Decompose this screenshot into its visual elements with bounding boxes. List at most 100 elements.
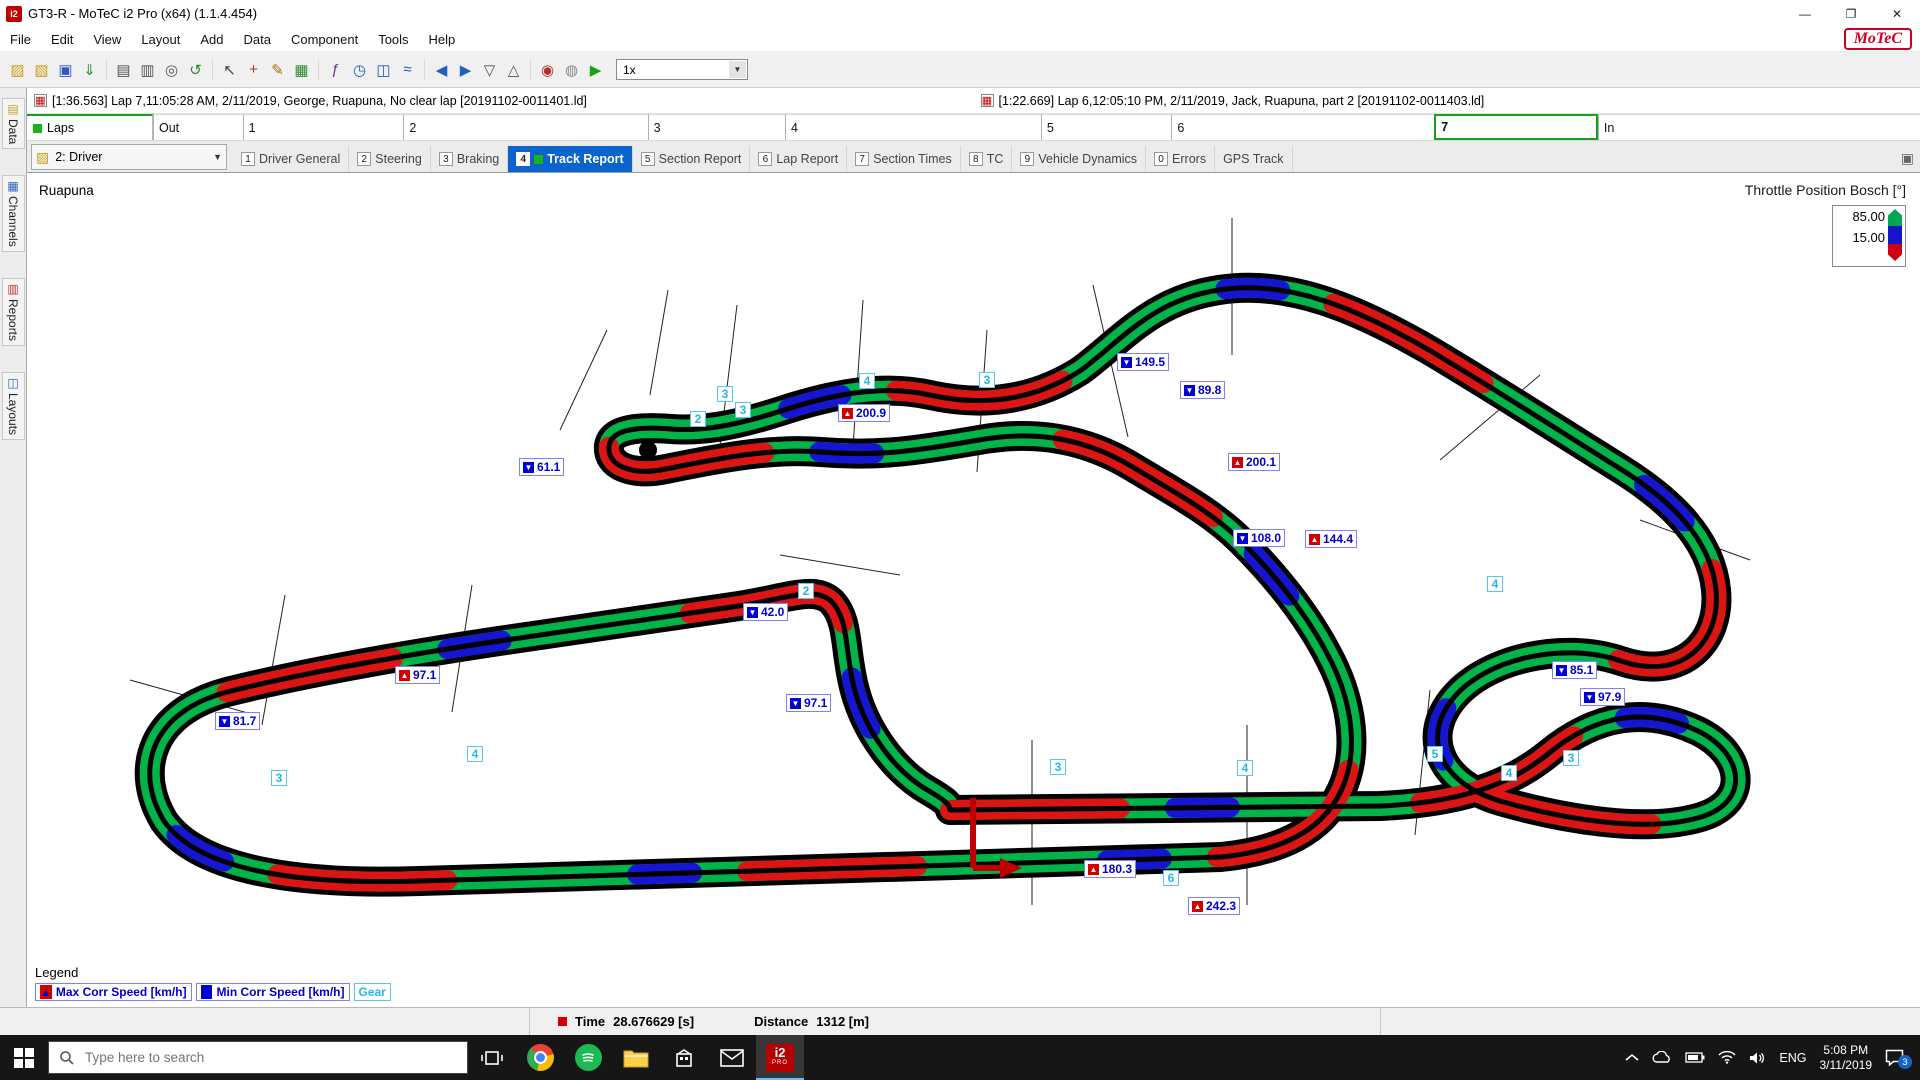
- prev-lap-icon[interactable]: ◀: [430, 58, 453, 81]
- menu-file[interactable]: File: [0, 32, 41, 47]
- menu-layout[interactable]: Layout: [131, 32, 190, 47]
- legend-title: Legend: [35, 965, 391, 980]
- menu-help[interactable]: Help: [419, 32, 466, 47]
- layouts-icon: ◫: [7, 377, 18, 389]
- min-speed-icon: ▼: [1184, 385, 1195, 396]
- open-file-icon[interactable]: ▧: [30, 58, 53, 81]
- search-input[interactable]: [83, 1049, 423, 1066]
- battery-icon[interactable]: [1685, 1052, 1705, 1063]
- scale-mid-swatch: [1888, 226, 1902, 244]
- lap-segment-6[interactable]: 6: [1171, 114, 1434, 140]
- menu-data[interactable]: Data: [234, 32, 281, 47]
- filter-small-icon[interactable]: △: [502, 58, 525, 81]
- volume-icon[interactable]: [1749, 1051, 1766, 1065]
- clock[interactable]: 5:08 PM 3/11/2019: [1820, 1043, 1873, 1073]
- min-speed-icon: ▼: [1556, 665, 1567, 676]
- tab-section-times[interactable]: 7Section Times: [847, 146, 961, 172]
- track-report-canvas: Ruapuna Throttle Position Bosch [°] 85.0…: [27, 173, 1920, 1007]
- play-icon[interactable]: ▶: [584, 58, 607, 81]
- zoom-icon[interactable]: ◎: [160, 58, 183, 81]
- gear-label: 3: [271, 770, 287, 786]
- tab-track-report[interactable]: 4Track Report: [508, 146, 632, 172]
- waveform-icon[interactable]: ≈: [396, 58, 419, 81]
- task-view-icon: [481, 1047, 503, 1069]
- task-view-button[interactable]: [468, 1035, 516, 1080]
- tray-expand-icon[interactable]: [1625, 1053, 1639, 1062]
- find-next-icon[interactable]: ◍: [560, 58, 583, 81]
- menu-view[interactable]: View: [83, 32, 131, 47]
- edit-icon[interactable]: ✎: [266, 58, 289, 81]
- undo-icon[interactable]: ↺: [184, 58, 207, 81]
- language-indicator[interactable]: ENG: [1779, 1051, 1806, 1065]
- tab-section-report[interactable]: 5Section Report: [633, 146, 751, 172]
- sidebar-item-layouts[interactable]: ◫Layouts: [2, 372, 25, 440]
- onedrive-cloud-icon[interactable]: [1652, 1051, 1672, 1064]
- wifi-icon[interactable]: [1718, 1051, 1736, 1064]
- print-icon[interactable]: ▤: [112, 58, 135, 81]
- speed-label-max: ▲242.3: [1188, 897, 1240, 915]
- taskbar-search[interactable]: [48, 1041, 468, 1074]
- filter-icon[interactable]: ▽: [478, 58, 501, 81]
- find-icon[interactable]: ◉: [536, 58, 559, 81]
- time-label: Time: [575, 1014, 605, 1029]
- maximize-button[interactable]: ❐: [1828, 0, 1874, 27]
- sidebar-item-channels[interactable]: ▦Channels: [2, 175, 25, 252]
- tab-badge: 8: [969, 152, 983, 166]
- sidebar-item-data[interactable]: ▤Data: [2, 98, 25, 149]
- export-data-icon[interactable]: ⇓: [78, 58, 101, 81]
- menu-add[interactable]: Add: [190, 32, 233, 47]
- tab-tc[interactable]: 8TC: [961, 146, 1013, 172]
- gear-label: 3: [735, 402, 751, 418]
- file-explorer-button[interactable]: [612, 1035, 660, 1080]
- crosshair-icon[interactable]: +: [242, 58, 265, 81]
- scale-high-value: 85.00: [1833, 206, 1885, 227]
- laps-bar: Laps Out1234567In: [27, 114, 1920, 141]
- tab-badge: 7: [855, 152, 869, 166]
- start-button[interactable]: [0, 1035, 48, 1080]
- tab-steering[interactable]: 2Steering: [349, 146, 431, 172]
- lap-segment-3[interactable]: 3: [648, 114, 785, 140]
- spotify-button[interactable]: [564, 1035, 612, 1080]
- tab-vehicle-dynamics[interactable]: 9Vehicle Dynamics: [1012, 146, 1146, 172]
- close-button[interactable]: ✕: [1874, 0, 1920, 27]
- lap-segment-in[interactable]: In: [1598, 114, 1920, 140]
- tab-gps-track[interactable]: GPS Track: [1215, 146, 1292, 172]
- pointer-icon[interactable]: ↖: [218, 58, 241, 81]
- maths-icon[interactable]: ƒ: [324, 58, 347, 81]
- menu-component[interactable]: Component: [281, 32, 368, 47]
- sidebar-item-reports[interactable]: ▥Reports: [2, 278, 25, 346]
- playback-speed-select[interactable]: 1x ▼: [616, 59, 748, 80]
- chrome-button[interactable]: [516, 1035, 564, 1080]
- tab-lap-report[interactable]: 6Lap Report: [750, 146, 847, 172]
- open-layout-icon[interactable]: ▨: [6, 58, 29, 81]
- excel-export-icon[interactable]: ▦: [290, 58, 313, 81]
- legend-max-speed: ▲ Max Corr Speed [km/h]: [35, 983, 192, 1001]
- lap-segment-out[interactable]: Out: [153, 114, 243, 140]
- left-sidebar: ▤Data ▦Channels ▥Reports ◫Layouts: [0, 88, 27, 1007]
- minimize-button[interactable]: —: [1782, 0, 1828, 27]
- menu-tools[interactable]: Tools: [368, 32, 418, 47]
- worksheet-options-icon[interactable]: ▣: [1901, 150, 1914, 167]
- lap-segment-4[interactable]: 4: [785, 114, 1041, 140]
- chrome-icon: [527, 1044, 554, 1071]
- motec-i2-button[interactable]: i2PRO: [756, 1035, 804, 1080]
- next-lap-icon[interactable]: ▶: [454, 58, 477, 81]
- print-preview-icon[interactable]: ▥: [136, 58, 159, 81]
- tab-errors[interactable]: 0Errors: [1146, 146, 1215, 172]
- time-display-icon[interactable]: ◷: [348, 58, 371, 81]
- lap-segment-7[interactable]: 7: [1434, 114, 1598, 140]
- worksheet-group-select[interactable]: ▨ 2: Driver ▼: [31, 144, 227, 170]
- min-speed-icon: ▼: [1237, 533, 1248, 544]
- mail-button[interactable]: [708, 1035, 756, 1080]
- lap-segment-2[interactable]: 2: [403, 114, 647, 140]
- tab-driver-general[interactable]: 1Driver General: [233, 146, 349, 172]
- tab-braking[interactable]: 3Braking: [431, 146, 508, 172]
- menu-edit[interactable]: Edit: [41, 32, 83, 47]
- action-center-button[interactable]: 3: [1885, 1049, 1910, 1066]
- microsoft-store-button[interactable]: [660, 1035, 708, 1080]
- lap-segment-1[interactable]: 1: [243, 114, 404, 140]
- overlay-icon[interactable]: ◫: [372, 58, 395, 81]
- lap-segment-5[interactable]: 5: [1041, 114, 1172, 140]
- save-icon[interactable]: ▣: [54, 58, 77, 81]
- menu-bar: FileEditViewLayoutAddDataComponentToolsH…: [0, 27, 1920, 52]
